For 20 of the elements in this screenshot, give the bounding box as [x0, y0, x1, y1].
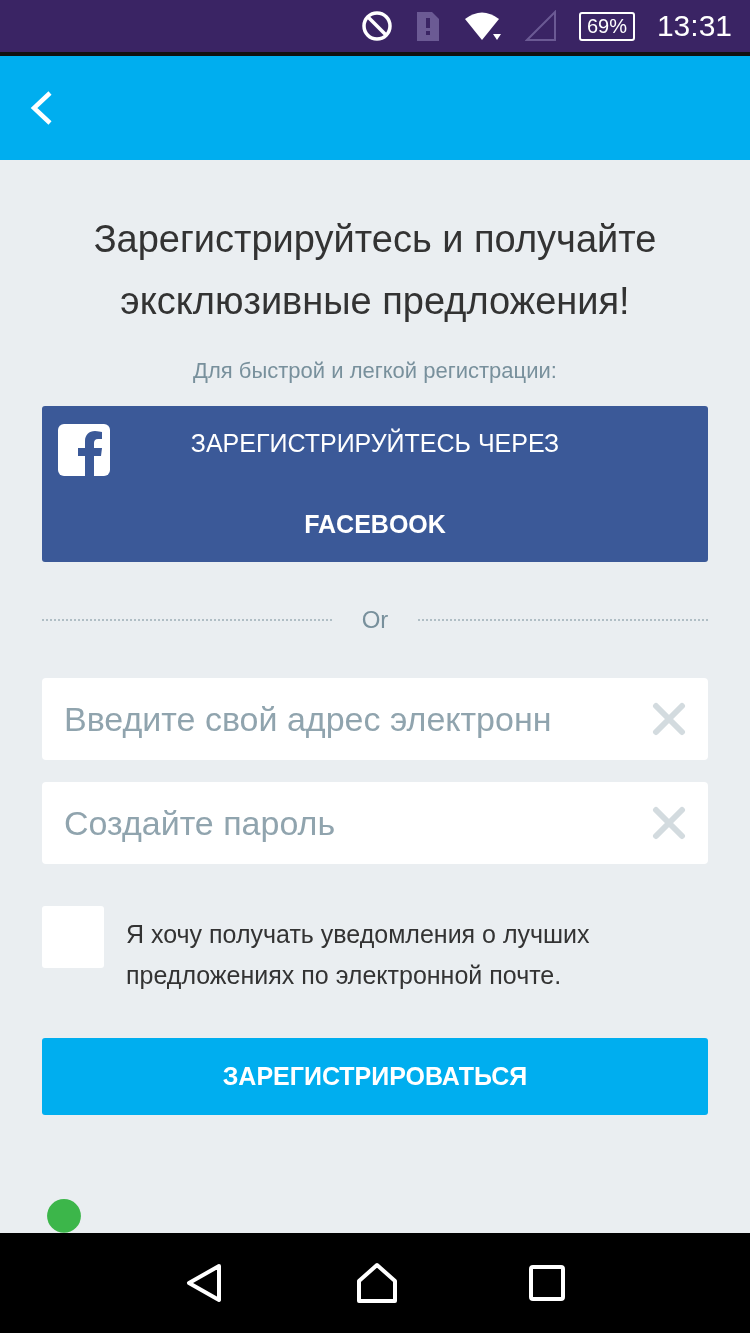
back-icon[interactable]: [28, 90, 54, 126]
facebook-icon: [58, 424, 110, 476]
recents-icon[interactable]: [529, 1265, 565, 1301]
badge-icon: [46, 1199, 82, 1233]
newsletter-label: Я хочу получать уведомления о лучших предложениях по электронной почте.: [126, 919, 591, 991]
clear-icon[interactable]: [652, 806, 686, 840]
facebook-signup-button[interactable]: ЗАРЕГИСТРИРУЙТЕСЬ ЧЕРЕЗ FACEBOOK: [42, 406, 708, 562]
subheading: Для быстрой и легкой регистрации:: [192, 358, 558, 384]
clock: 13:31: [656, 9, 732, 43]
home-icon[interactable]: [355, 1262, 399, 1304]
input-field[interactable]: Введите свой адрес электронн: [42, 678, 708, 760]
sim-alert-icon: [414, 9, 441, 43]
page-heading: Зарегистрируйтесь и получайте эксклюзивные предложения!: [92, 217, 658, 324]
do-not-disturb-icon: [360, 10, 393, 42]
input-field[interactable]: Создайте пароль: [42, 782, 708, 864]
signal-icon: [524, 10, 557, 42]
battery-level: 69%: [578, 11, 635, 41]
divider-label: Or: [361, 606, 389, 634]
clear-icon[interactable]: [652, 702, 686, 736]
wifi-icon: [462, 10, 503, 42]
